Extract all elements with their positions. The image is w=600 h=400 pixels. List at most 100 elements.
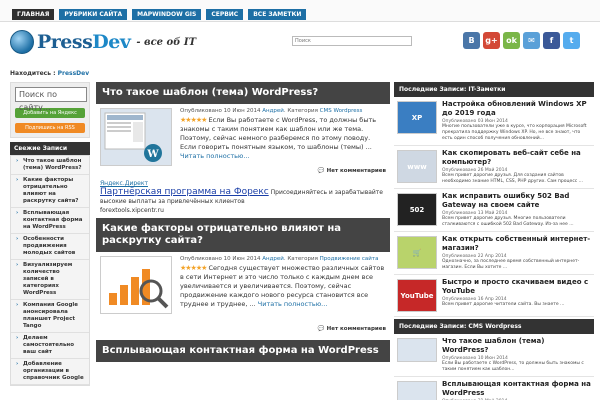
post-category-link[interactable]: CMS Wordpress bbox=[320, 108, 363, 114]
nav-item-mapwindow[interactable]: MAPWINDOW GIS bbox=[132, 9, 202, 20]
recent-posts-heading: Свежие Записи bbox=[10, 142, 90, 155]
read-more-link[interactable]: Читать полностью... bbox=[258, 300, 328, 308]
rss-subscribe-button[interactable]: Подпишись на RSS bbox=[15, 123, 85, 133]
sidebar-post-title[interactable]: Всплывающая контактная форма на WordPres… bbox=[442, 380, 591, 398]
post-title[interactable]: Всплывающая контактная форма на WordPres… bbox=[96, 340, 390, 362]
sidebar-post-item[interactable]: XP Настройка обновлений Windows XP до 201… bbox=[394, 97, 594, 146]
nav-item-home[interactable]: ГЛАВНАЯ bbox=[12, 9, 55, 20]
read-more-link[interactable]: Читать полностью... bbox=[180, 152, 250, 160]
facebook-icon[interactable]: f bbox=[543, 32, 560, 49]
odnoklassniki-icon[interactable]: ok bbox=[503, 32, 520, 49]
sidebar-post-item[interactable]: Что такое шаблон (тема) WordPress? Опубли… bbox=[394, 334, 594, 377]
recent-post-link[interactable]: Всплывающая контактная форма на WordPres… bbox=[11, 208, 89, 234]
logo-press: Press bbox=[37, 31, 93, 53]
sidebar-post-item[interactable]: YouTube Быстро и просто скачиваем видео с… bbox=[394, 275, 594, 317]
logo-text: PressDev bbox=[37, 31, 131, 53]
nav-item-categories[interactable]: РУБРИКИ САЙТА bbox=[59, 9, 128, 20]
sidebar-post-thumbnail[interactable]: 🛒 bbox=[397, 236, 437, 269]
post-date: Опубликовано 10 Июн 2014 bbox=[180, 256, 261, 262]
sidebar-post-excerpt: Всем привет дорогие друзья. Для создания… bbox=[442, 173, 583, 184]
post-category-link[interactable]: Продвижение сайта bbox=[320, 256, 379, 262]
twitter-icon[interactable]: t bbox=[563, 32, 580, 49]
post-title[interactable]: Что такое шаблон (тема) WordPress? bbox=[96, 82, 390, 104]
sidebar-post-item[interactable]: Всплывающая контактная форма на WordPres… bbox=[394, 377, 594, 400]
post-entry: Опубликовано 10 Июн 2014 Андрей. Категор… bbox=[96, 252, 390, 334]
yandex-direct-ad: Яндекс.Директ Партнёрская программа на Ф… bbox=[96, 176, 390, 218]
site-tagline: - все об IT bbox=[136, 36, 197, 48]
sidebar-post-thumbnail[interactable] bbox=[397, 381, 437, 400]
recent-post-link[interactable]: Визуализируем количество записей в катег… bbox=[11, 260, 89, 300]
recent-post-link[interactable]: Какие факторы отрицательно влияют на рас… bbox=[11, 175, 89, 208]
sidebar-post-title[interactable]: Как скопировать веб-сайт себе на компьют… bbox=[442, 149, 591, 167]
sidebar-post-thumbnail[interactable] bbox=[397, 338, 437, 362]
sidebar-post-excerpt: Многие пользователи уже в курсе, что кор… bbox=[442, 124, 587, 141]
post-author[interactable]: Андрей bbox=[262, 256, 284, 262]
post-author[interactable]: Андрей bbox=[262, 108, 284, 114]
ad-title[interactable]: Партнёрская программа на Форекс bbox=[100, 187, 269, 197]
globe-icon bbox=[10, 30, 34, 54]
sidebar-post-thumbnail[interactable]: www bbox=[397, 150, 437, 183]
nav-item-service[interactable]: СЕРВИС bbox=[206, 9, 244, 20]
sidebar-post-title[interactable]: Как открыть собственный интернет-магазин… bbox=[442, 235, 591, 253]
sidebar-post-title[interactable]: Быстро и просто скачиваем видео с YouTub… bbox=[442, 278, 591, 296]
post-thumbnail[interactable] bbox=[100, 256, 172, 314]
sidebar-post-thumbnail[interactable]: XP bbox=[397, 101, 437, 134]
logo-dev: Dev bbox=[92, 31, 131, 53]
add-to-yandex-button[interactable]: Добавить на Яндекс bbox=[15, 108, 85, 118]
social-icons: Вg+ ok ✉ f t bbox=[463, 32, 580, 49]
rating-stars-icon[interactable]: ★★★★★ bbox=[180, 264, 207, 272]
sidebar-post-excerpt: Однозначно, за последнее время собственн… bbox=[442, 259, 580, 270]
sidebar-post-excerpt: Всем привет дорогие друзья. Многие польз… bbox=[442, 216, 574, 227]
comment-icon: 💬 bbox=[317, 326, 325, 332]
sidebar-post-title[interactable]: Как исправить ошибку 502 Bad Gateway на … bbox=[442, 192, 591, 210]
post-excerpt: ★★★★★ Сегодня существует множество разли… bbox=[180, 264, 386, 309]
header-search-input[interactable]: Поиск bbox=[292, 36, 412, 46]
top-navigation-bar: ГЛАВНАЯ РУБРИКИ САЙТА MAPWINDOW GIS СЕРВ… bbox=[0, 0, 600, 22]
left-sidebar: Поиск по сайту... Добавить на Яндекс Под… bbox=[10, 82, 90, 386]
post-excerpt: ★★★★★ Если Вы работаете с WordPress, то … bbox=[180, 116, 386, 161]
sidebar-post-title[interactable]: Что такое шаблон (тема) WordPress? bbox=[442, 337, 591, 355]
ad-url[interactable]: forextools.xipcentr.ru bbox=[100, 206, 386, 215]
latest-cms-heading: Последние Записи: CMS Wordpress bbox=[394, 319, 594, 334]
comments-count[interactable]: 💬 Нет комментариев bbox=[318, 168, 386, 174]
post-thumbnail[interactable]: W bbox=[100, 108, 172, 166]
rating-stars-icon[interactable]: ★★★★★ bbox=[180, 116, 207, 124]
recent-posts-list: Что такое шаблон (тема) WordPress?Какие … bbox=[10, 155, 90, 386]
recent-post-link[interactable]: Делаем самостоятельно ваш сайт bbox=[11, 333, 89, 359]
post-category-label: Категория bbox=[287, 256, 318, 262]
post-excerpt-text: Если Вы работаете с WordPress, то должны… bbox=[180, 116, 377, 151]
latest-cms-list: Что такое шаблон (тема) WordPress? Опубли… bbox=[394, 334, 594, 400]
sidebar-post-item[interactable]: 502 Как исправить ошибку 502 Bad Gateway … bbox=[394, 189, 594, 232]
wordpress-theme-image: W bbox=[104, 112, 162, 162]
recent-post-link[interactable]: Что такое шаблон (тема) WordPress? bbox=[11, 156, 89, 175]
breadcrumb-current[interactable]: PressDev bbox=[58, 70, 90, 77]
recent-post-link[interactable]: Особенности продвижения молодых сайтов bbox=[11, 234, 89, 260]
comments-count[interactable]: 💬 Нет комментариев bbox=[318, 326, 386, 332]
sidebar-post-title[interactable]: Настройка обновлений Windows XP до 2019 … bbox=[442, 100, 591, 118]
main-menu: ГЛАВНАЯ РУБРИКИ САЙТА MAPWINDOW GIS СЕРВ… bbox=[12, 9, 307, 20]
post-title[interactable]: Какие факторы отрицательно влияют на рас… bbox=[96, 218, 390, 252]
sidebar-post-item[interactable]: 🛒 Как открыть собственный интернет-магази… bbox=[394, 232, 594, 275]
latest-it-notes-list: XP Настройка обновлений Windows XP до 201… bbox=[394, 97, 594, 317]
site-header: PressDev - все об IT Поиск Вg+ ok ✉ f t bbox=[0, 22, 600, 64]
comments-count-text: Нет комментариев bbox=[326, 326, 386, 332]
sidebar-search-box: Поиск по сайту... Добавить на Яндекс Под… bbox=[10, 82, 90, 138]
recent-post-link[interactable]: Добавление организации в справочник Goog… bbox=[11, 359, 89, 385]
sidebar-post-thumbnail[interactable]: YouTube bbox=[397, 279, 437, 312]
latest-it-notes-heading: Последние Записи: IT-Заметки bbox=[394, 82, 594, 97]
email-icon[interactable]: ✉ bbox=[523, 32, 540, 49]
right-sidebar: Последние Записи: IT-Заметки XP Настройка… bbox=[394, 82, 594, 400]
sidebar-post-item[interactable]: www Как скопировать веб-сайт себе на комп… bbox=[394, 146, 594, 189]
nav-item-all-notes[interactable]: ВСЕ ЗАМЕТКИ bbox=[248, 9, 307, 20]
google-plus-icon[interactable]: g+ bbox=[483, 32, 500, 49]
post-date: Опубликовано 10 Июн 2014 bbox=[180, 108, 261, 114]
seo-chart-image bbox=[109, 269, 169, 309]
site-logo[interactable]: PressDev - все об IT bbox=[10, 30, 196, 54]
recent-post-link[interactable]: Компания Google анонсировала планшет Pro… bbox=[11, 300, 89, 333]
sidebar-search-input[interactable]: Поиск по сайту... bbox=[15, 87, 87, 112]
comments-count-text: Нет комментариев bbox=[326, 168, 386, 174]
sidebar-post-thumbnail[interactable]: 502 bbox=[397, 193, 437, 226]
vk-icon[interactable]: В bbox=[463, 32, 480, 49]
post-category-label: Категория bbox=[287, 108, 318, 114]
breadcrumb: Находитесь : PressDev bbox=[10, 70, 89, 77]
